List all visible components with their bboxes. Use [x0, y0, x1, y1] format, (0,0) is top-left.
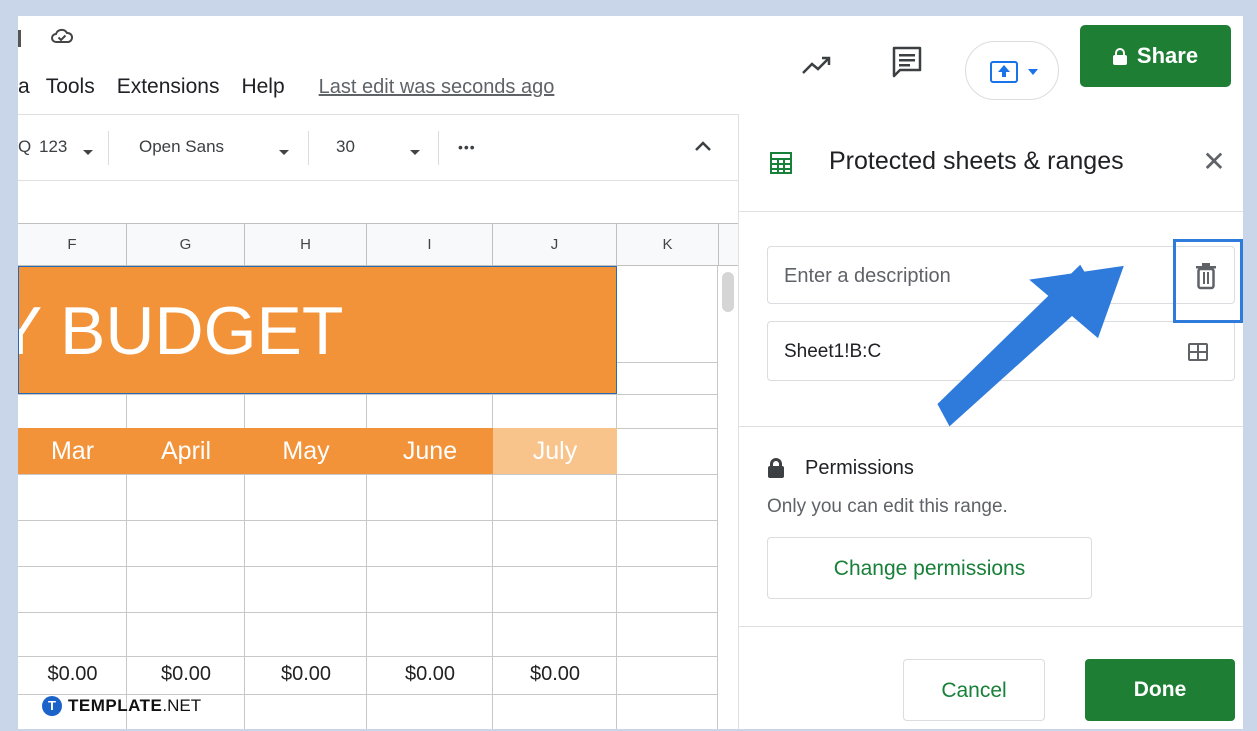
menu-item-data[interactable]: a [18, 75, 30, 99]
budget-title-cell[interactable]: Y BUDGET [18, 266, 617, 394]
total-cell[interactable]: $0.00 [127, 656, 245, 692]
toolbar-divider [438, 131, 439, 165]
share-button[interactable]: Share [1080, 25, 1231, 87]
chevron-down-icon [1028, 69, 1038, 75]
cloud-saved-icon[interactable] [51, 26, 73, 48]
month-cell[interactable]: Mar [18, 428, 127, 474]
template-net-logo: T TEMPLATE .NET [42, 692, 201, 720]
section-divider [739, 626, 1243, 627]
month-cell[interactable]: June [367, 428, 493, 474]
activity-trend-icon[interactable] [800, 51, 834, 79]
close-icon[interactable]: ✕ [1202, 148, 1226, 176]
toolbar-divider [308, 131, 309, 165]
select-range-icon[interactable] [1188, 343, 1208, 361]
annotation-arrow-icon [937, 264, 1124, 427]
column-header-g[interactable]: G [127, 224, 245, 266]
column-header-j[interactable]: J [493, 224, 617, 266]
sheets-icon [770, 152, 792, 174]
present-button[interactable] [965, 41, 1059, 100]
font-size-dropdown[interactable]: 30 [336, 137, 355, 157]
grid-line [617, 362, 718, 363]
watermark-suffix: .NET [162, 696, 202, 715]
formula-bar[interactable] [18, 180, 738, 224]
toolbar-divider [108, 131, 109, 165]
grid-line [18, 394, 718, 395]
lock-icon [1112, 47, 1127, 65]
column-header-k[interactable]: K [617, 224, 719, 266]
scrollbar-thumb[interactable] [722, 272, 734, 312]
vertical-scrollbar[interactable] [718, 266, 738, 729]
column-header-i[interactable]: I [367, 224, 493, 266]
month-cell[interactable]: May [245, 428, 367, 474]
cancel-button[interactable]: Cancel [903, 659, 1045, 721]
present-icon [990, 61, 1018, 83]
menu-item-help[interactable]: Help [241, 75, 284, 99]
menu-bar: a Tools Extensions Help Last edit was se… [18, 74, 576, 100]
menu-item-extensions[interactable]: Extensions [117, 75, 220, 99]
month-header-row: Mar April May June July [18, 428, 617, 474]
grid-line [18, 520, 718, 521]
chevron-down-icon [279, 150, 289, 155]
trash-icon[interactable] [1195, 262, 1217, 290]
last-edit-link[interactable]: Last edit was seconds ago [319, 76, 555, 99]
panel-title: Protected sheets & ranges [829, 147, 1124, 175]
chevron-down-icon [410, 150, 420, 155]
chevron-down-icon [83, 150, 93, 155]
grid-line [18, 566, 718, 567]
column-headers: F G H I J K [18, 224, 738, 266]
top-bar: a Tools Extensions Help Last edit was se… [18, 16, 1243, 114]
comment-icon[interactable] [890, 44, 924, 78]
done-button[interactable]: Done [1085, 659, 1235, 721]
share-label: Share [1136, 43, 1199, 68]
total-cell[interactable]: $0.00 [18, 656, 127, 692]
permissions-subtitle: Only you can edit this range. [767, 496, 1008, 517]
total-cell[interactable]: $0.00 [245, 656, 367, 692]
font-family-dropdown[interactable]: Open Sans [139, 137, 224, 157]
month-cell[interactable]: July [493, 428, 617, 474]
watermark-brand: TEMPLATE [68, 696, 163, 715]
grid-line [18, 474, 718, 475]
lock-icon [768, 458, 784, 478]
panel-header: Protected sheets & ranges ✕ [739, 114, 1243, 212]
more-options-icon[interactable]: ••• [458, 139, 476, 155]
menu-item-tools[interactable]: Tools [46, 75, 95, 99]
app-window: a Tools Extensions Help Last edit was se… [18, 16, 1243, 729]
template-logo-icon: T [42, 696, 62, 716]
grid-line [18, 612, 718, 613]
month-cell[interactable]: April [127, 428, 245, 474]
budget-title-text: Y BUDGET [18, 293, 344, 369]
star-icon[interactable] [18, 30, 21, 47]
total-cell[interactable]: $0.00 [493, 656, 617, 692]
toolbar: Q 123 Open Sans 30 ••• [18, 114, 738, 180]
change-permissions-button[interactable]: Change permissions [767, 537, 1092, 599]
column-header-h[interactable]: H [245, 224, 367, 266]
number-format-dropdown[interactable]: 123 [39, 137, 67, 157]
total-cell[interactable]: $0.00 [367, 656, 493, 692]
permissions-title: Permissions [805, 457, 914, 479]
column-header-f[interactable]: F [18, 224, 127, 266]
more-formats-icon[interactable]: Q [18, 137, 31, 157]
collapse-menu-icon[interactable] [694, 140, 712, 152]
